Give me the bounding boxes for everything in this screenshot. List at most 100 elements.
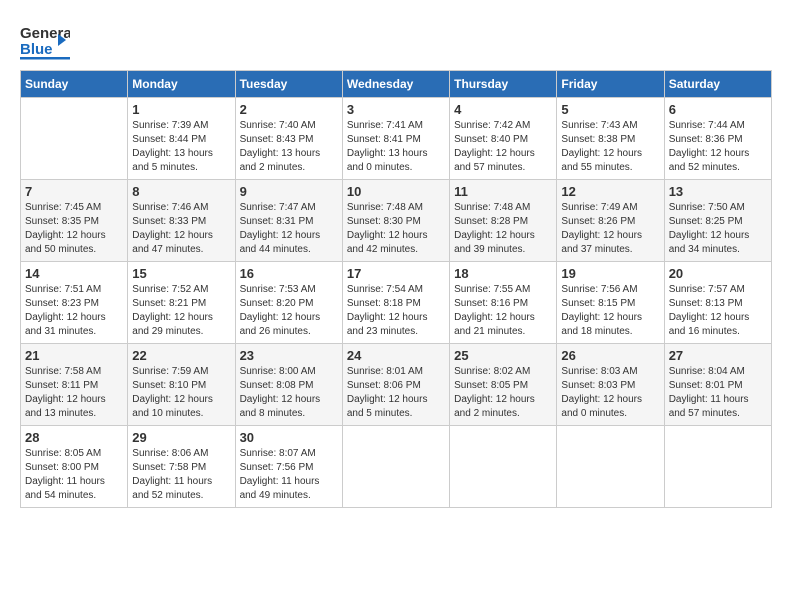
- day-cell: [21, 98, 128, 180]
- day-info: Sunrise: 7:48 AMSunset: 8:28 PMDaylight:…: [454, 201, 552, 257]
- day-number: 16: [240, 266, 338, 281]
- day-cell: [557, 426, 664, 508]
- col-header-saturday: Saturday: [664, 71, 771, 98]
- day-cell: 17Sunrise: 7:54 AMSunset: 8:18 PMDayligh…: [342, 262, 449, 344]
- day-info: Sunrise: 7:39 AMSunset: 8:44 PMDaylight:…: [132, 119, 230, 175]
- day-cell: 16 Sunrise: 7:53 AMSunset: 8:20 PMDayligh…: [235, 262, 342, 344]
- page-header: General Blue: [20, 20, 772, 60]
- day-info: Sunrise: 7:53 AMSunset: 8:20 PMDaylight:…: [240, 283, 338, 339]
- day-cell: [450, 426, 557, 508]
- day-number: 11: [454, 184, 552, 199]
- day-info: Sunrise: 7:49 AMSunset: 8:26 PMDaylight:…: [561, 201, 659, 257]
- day-info: Sunrise: 7:43 AMSunset: 8:38 PMDaylight:…: [561, 119, 659, 175]
- day-cell: 11 Sunrise: 7:48 AMSunset: 8:28 PMDayligh…: [450, 180, 557, 262]
- col-header-tuesday: Tuesday: [235, 71, 342, 98]
- day-cell: 26Sunrise: 8:03 AMSunset: 8:03 PMDayligh…: [557, 344, 664, 426]
- week-row-4: 21Sunrise: 7:58 AMSunset: 8:11 PMDayligh…: [21, 344, 772, 426]
- day-number: 29: [132, 430, 230, 445]
- day-info: Sunrise: 7:59 AMSunset: 8:10 PMDaylight:…: [132, 365, 230, 421]
- day-cell: 10 Sunrise: 7:48 AMSunset: 8:30 PMDayligh…: [342, 180, 449, 262]
- day-number: 27: [669, 348, 767, 363]
- day-number: 2: [240, 102, 338, 117]
- day-info: Sunrise: 8:03 AMSunset: 8:03 PMDaylight:…: [561, 365, 659, 421]
- day-number: 15: [132, 266, 230, 281]
- col-header-sunday: Sunday: [21, 71, 128, 98]
- day-cell: 29 Sunrise: 8:06 AMSunset: 7:58 PMDayligh…: [128, 426, 235, 508]
- day-info: Sunrise: 7:47 AMSunset: 8:31 PMDaylight:…: [240, 201, 338, 257]
- logo: General Blue: [20, 20, 70, 60]
- day-cell: [342, 426, 449, 508]
- day-cell: 8Sunrise: 7:46 AMSunset: 8:33 PMDaylight…: [128, 180, 235, 262]
- day-cell: 25 Sunrise: 8:02 AMSunset: 8:05 PMDayligh…: [450, 344, 557, 426]
- day-cell: 18 Sunrise: 7:55 AMSunset: 8:16 PMDayligh…: [450, 262, 557, 344]
- day-cell: 6Sunrise: 7:44 AMSunset: 8:36 PMDaylight…: [664, 98, 771, 180]
- day-cell: 30Sunrise: 8:07 AMSunset: 7:56 PMDayligh…: [235, 426, 342, 508]
- day-cell: 15 Sunrise: 7:52 AMSunset: 8:21 PMDayligh…: [128, 262, 235, 344]
- day-info: Sunrise: 7:45 AMSunset: 8:35 PMDaylight:…: [25, 201, 123, 257]
- day-info: Sunrise: 7:40 AMSunset: 8:43 PMDaylight:…: [240, 119, 338, 175]
- day-cell: 14Sunrise: 7:51 AMSunset: 8:23 PMDayligh…: [21, 262, 128, 344]
- day-number: 28: [25, 430, 123, 445]
- col-header-monday: Monday: [128, 71, 235, 98]
- day-info: Sunrise: 7:46 AMSunset: 8:33 PMDaylight:…: [132, 201, 230, 257]
- header-row: SundayMondayTuesdayWednesdayThursdayFrid…: [21, 71, 772, 98]
- day-cell: 13Sunrise: 7:50 AMSunset: 8:25 PMDayligh…: [664, 180, 771, 262]
- day-number: 5: [561, 102, 659, 117]
- day-cell: [664, 426, 771, 508]
- day-info: Sunrise: 7:55 AMSunset: 8:16 PMDaylight:…: [454, 283, 552, 339]
- day-number: 23: [240, 348, 338, 363]
- day-cell: 5 Sunrise: 7:43 AMSunset: 8:38 PMDaylight…: [557, 98, 664, 180]
- col-header-wednesday: Wednesday: [342, 71, 449, 98]
- logo-icon: General Blue: [20, 20, 70, 60]
- day-info: Sunrise: 7:48 AMSunset: 8:30 PMDaylight:…: [347, 201, 445, 257]
- day-number: 1: [132, 102, 230, 117]
- day-cell: 28 Sunrise: 8:05 AMSunset: 8:00 PMDayligh…: [21, 426, 128, 508]
- day-cell: 4 Sunrise: 7:42 AMSunset: 8:40 PMDaylight…: [450, 98, 557, 180]
- day-number: 14: [25, 266, 123, 281]
- day-number: 7: [25, 184, 123, 199]
- svg-text:Blue: Blue: [20, 41, 53, 58]
- day-number: 20: [669, 266, 767, 281]
- day-number: 13: [669, 184, 767, 199]
- day-number: 10: [347, 184, 445, 199]
- day-number: 12: [561, 184, 659, 199]
- day-number: 17: [347, 266, 445, 281]
- day-cell: 12 Sunrise: 7:49 AMSunset: 8:26 PMDayligh…: [557, 180, 664, 262]
- col-header-friday: Friday: [557, 71, 664, 98]
- day-number: 18: [454, 266, 552, 281]
- day-info: Sunrise: 8:05 AMSunset: 8:00 PMDaylight:…: [25, 447, 123, 503]
- day-cell: 9 Sunrise: 7:47 AMSunset: 8:31 PMDaylight…: [235, 180, 342, 262]
- day-info: Sunrise: 8:06 AMSunset: 7:58 PMDaylight:…: [132, 447, 230, 503]
- day-cell: 20Sunrise: 7:57 AMSunset: 8:13 PMDayligh…: [664, 262, 771, 344]
- day-info: Sunrise: 8:07 AMSunset: 7:56 PMDaylight:…: [240, 447, 338, 503]
- day-info: Sunrise: 8:01 AMSunset: 8:06 PMDaylight:…: [347, 365, 445, 421]
- day-cell: 1 Sunrise: 7:39 AMSunset: 8:44 PMDaylight…: [128, 98, 235, 180]
- day-number: 3: [347, 102, 445, 117]
- day-number: 4: [454, 102, 552, 117]
- day-cell: 7 Sunrise: 7:45 AMSunset: 8:35 PMDaylight…: [21, 180, 128, 262]
- calendar-table: SundayMondayTuesdayWednesdayThursdayFrid…: [20, 70, 772, 508]
- week-row-5: 28 Sunrise: 8:05 AMSunset: 8:00 PMDayligh…: [21, 426, 772, 508]
- day-cell: 23 Sunrise: 8:00 AMSunset: 8:08 PMDayligh…: [235, 344, 342, 426]
- day-number: 6: [669, 102, 767, 117]
- day-cell: 27Sunrise: 8:04 AMSunset: 8:01 PMDayligh…: [664, 344, 771, 426]
- day-cell: 22Sunrise: 7:59 AMSunset: 8:10 PMDayligh…: [128, 344, 235, 426]
- day-number: 9: [240, 184, 338, 199]
- day-info: Sunrise: 8:02 AMSunset: 8:05 PMDaylight:…: [454, 365, 552, 421]
- day-cell: 21Sunrise: 7:58 AMSunset: 8:11 PMDayligh…: [21, 344, 128, 426]
- day-info: Sunrise: 7:42 AMSunset: 8:40 PMDaylight:…: [454, 119, 552, 175]
- day-info: Sunrise: 7:41 AMSunset: 8:41 PMDaylight:…: [347, 119, 445, 175]
- day-number: 19: [561, 266, 659, 281]
- day-cell: 24Sunrise: 8:01 AMSunset: 8:06 PMDayligh…: [342, 344, 449, 426]
- day-cell: 19 Sunrise: 7:56 AMSunset: 8:15 PMDayligh…: [557, 262, 664, 344]
- week-row-3: 14Sunrise: 7:51 AMSunset: 8:23 PMDayligh…: [21, 262, 772, 344]
- day-info: Sunrise: 7:56 AMSunset: 8:15 PMDaylight:…: [561, 283, 659, 339]
- week-row-2: 7 Sunrise: 7:45 AMSunset: 8:35 PMDaylight…: [21, 180, 772, 262]
- day-info: Sunrise: 8:00 AMSunset: 8:08 PMDaylight:…: [240, 365, 338, 421]
- day-number: 21: [25, 348, 123, 363]
- col-header-thursday: Thursday: [450, 71, 557, 98]
- day-number: 25: [454, 348, 552, 363]
- day-info: Sunrise: 7:52 AMSunset: 8:21 PMDaylight:…: [132, 283, 230, 339]
- week-row-1: 1 Sunrise: 7:39 AMSunset: 8:44 PMDaylight…: [21, 98, 772, 180]
- day-cell: 2 Sunrise: 7:40 AMSunset: 8:43 PMDaylight…: [235, 98, 342, 180]
